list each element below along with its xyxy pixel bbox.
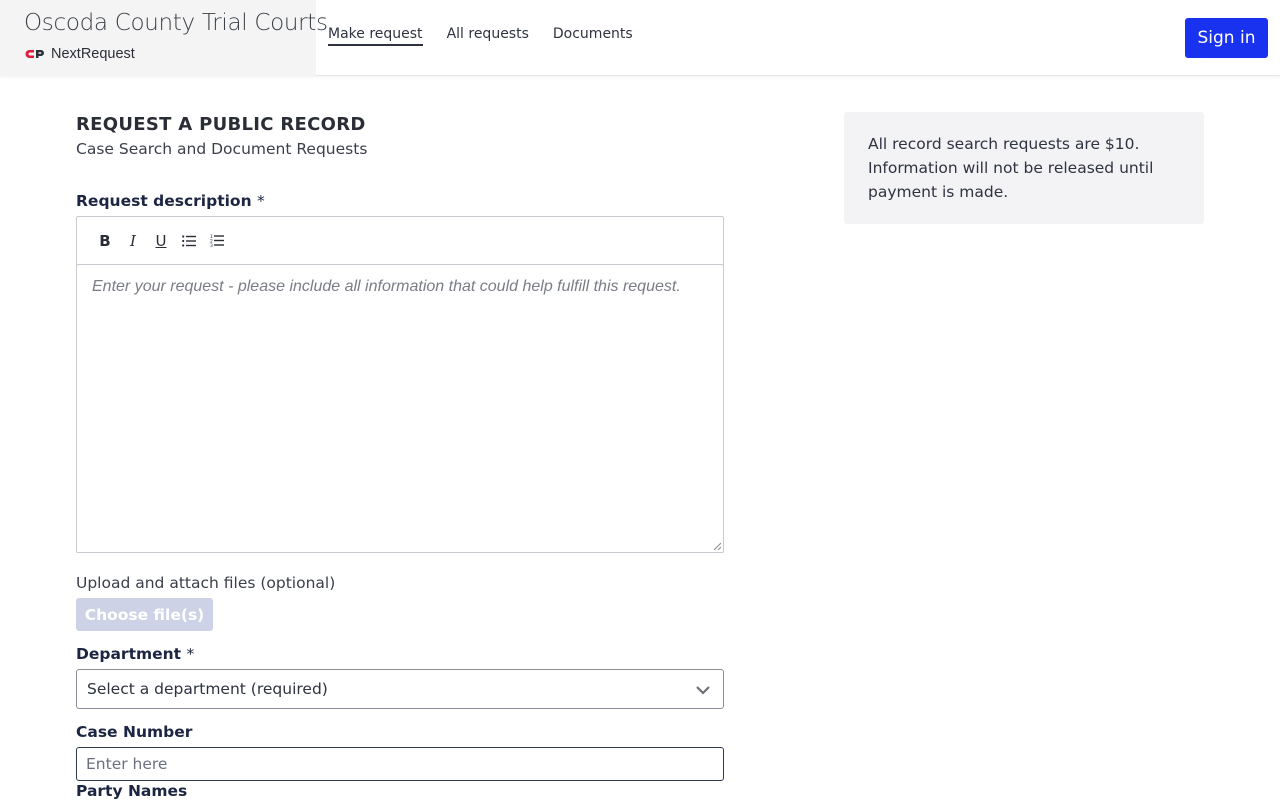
department-select[interactable]: Select a department (required) — [76, 669, 724, 709]
resize-handle-icon[interactable] — [713, 542, 721, 550]
svg-text:3: 3 — [210, 243, 213, 247]
italic-icon[interactable]: I — [119, 227, 147, 255]
sign-in-button[interactable]: Sign in — [1185, 18, 1268, 58]
request-description-label: Request description * — [76, 192, 265, 210]
upload-files-label: Upload and attach files (optional) — [76, 574, 336, 592]
nextrequest-label: NextRequest — [51, 46, 135, 62]
nav-documents-label: Documents — [552, 26, 633, 42]
chevron-down-icon — [696, 686, 710, 695]
case-number-label: Case Number — [76, 723, 193, 741]
department-label-text: Department — [76, 645, 182, 663]
required-mark: * — [186, 645, 195, 663]
choose-files-button[interactable]: Choose file(s) — [76, 598, 213, 631]
numbered-list-icon[interactable]: 1 2 3 — [203, 227, 231, 255]
page-subtitle: Case Search and Document Requests — [76, 140, 368, 158]
nextrequest-brand: NextRequest — [25, 45, 135, 63]
top-navigation-bar: Oscoda County Trial Courts NextRequest M… — [0, 0, 1280, 76]
nav-make-request[interactable]: Make request — [328, 0, 423, 76]
nav-documents[interactable]: Documents — [553, 0, 633, 76]
request-description-textarea[interactable]: Enter your request - please include all … — [77, 265, 723, 309]
required-mark: * — [257, 192, 265, 210]
bold-icon[interactable]: B — [91, 227, 119, 255]
request-description-label-text: Request description — [76, 192, 252, 210]
case-number-input[interactable] — [76, 747, 724, 781]
department-selected-value: Select a department (required) — [87, 680, 328, 698]
main-nav: Make request All requests Documents — [328, 0, 657, 76]
payment-notice: All record search requests are $10. Info… — [844, 112, 1204, 224]
editor-toolbar: B I U 1 2 3 — [77, 217, 723, 265]
nav-all-requests-label: All requests — [446, 26, 529, 42]
bullet-list-icon[interactable] — [175, 227, 203, 255]
party-names-label: Party Names — [76, 782, 188, 800]
underline-icon[interactable]: U — [147, 227, 175, 255]
nav-all-requests[interactable]: All requests — [447, 0, 529, 76]
nav-make-request-label: Make request — [328, 26, 423, 46]
bullet-list-glyph — [182, 234, 196, 247]
nextrequest-logo-icon — [25, 50, 44, 58]
agency-title[interactable]: Oscoda County Trial Courts — [24, 10, 328, 36]
department-label: Department * — [76, 645, 194, 663]
brand-block[interactable]: Oscoda County Trial Courts NextRequest — [0, 0, 328, 76]
request-form-header: REQUEST A PUBLIC RECORD Case Search and … — [76, 114, 724, 158]
request-description-editor: B I U 1 2 3 Enter your request - please … — [76, 216, 724, 553]
numbered-list-glyph: 1 2 3 — [210, 234, 224, 247]
page-title: REQUEST A PUBLIC RECORD — [76, 114, 366, 135]
